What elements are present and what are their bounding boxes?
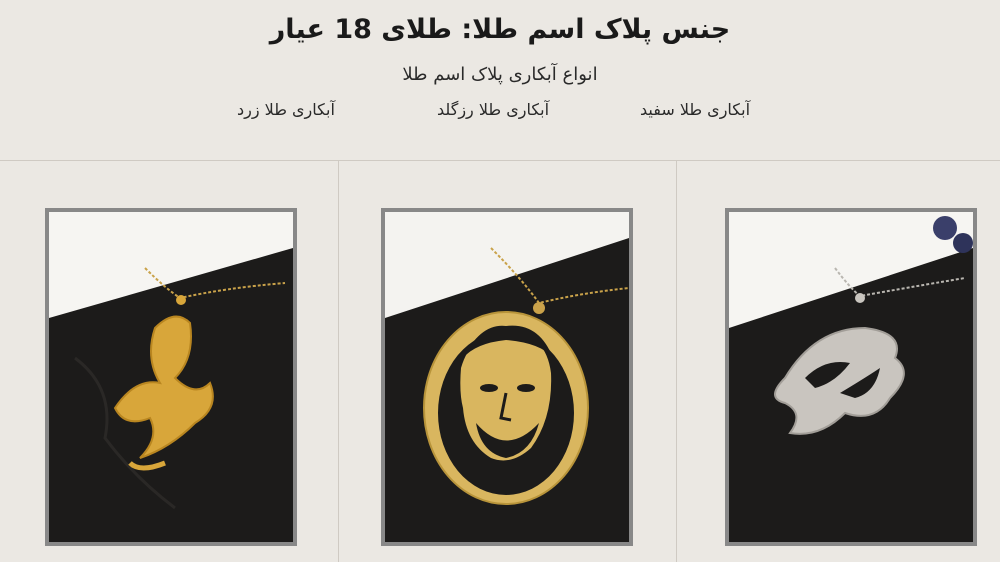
rose-gold-plating-link[interactable]: آبکاری طلا رزگلد [437,100,549,119]
yellow-gold-name-pendant-image [45,208,297,546]
column-divider [338,161,339,562]
header-section: جنس پلاک اسم طلا: طلای 18 عیار انواع آبک… [0,0,1000,160]
page-title: جنس پلاک اسم طلا: طلای 18 عیار [269,14,731,45]
white-gold-plating-link[interactable]: آبکاری طلا سفید [640,100,750,119]
yellow-gold-plating-link[interactable]: آبکاری طلا زرد [237,100,335,119]
section-divider [0,160,1000,161]
white-gold-name-pendant-image [725,208,977,546]
product-image-card[interactable] [45,208,297,546]
page-subtitle: انواع آبکاری پلاک اسم طلا [402,64,598,85]
gold-portrait-pendant-image [381,208,633,546]
product-image-card[interactable] [725,208,977,546]
column-divider [676,161,677,562]
product-image-card[interactable] [381,208,633,546]
